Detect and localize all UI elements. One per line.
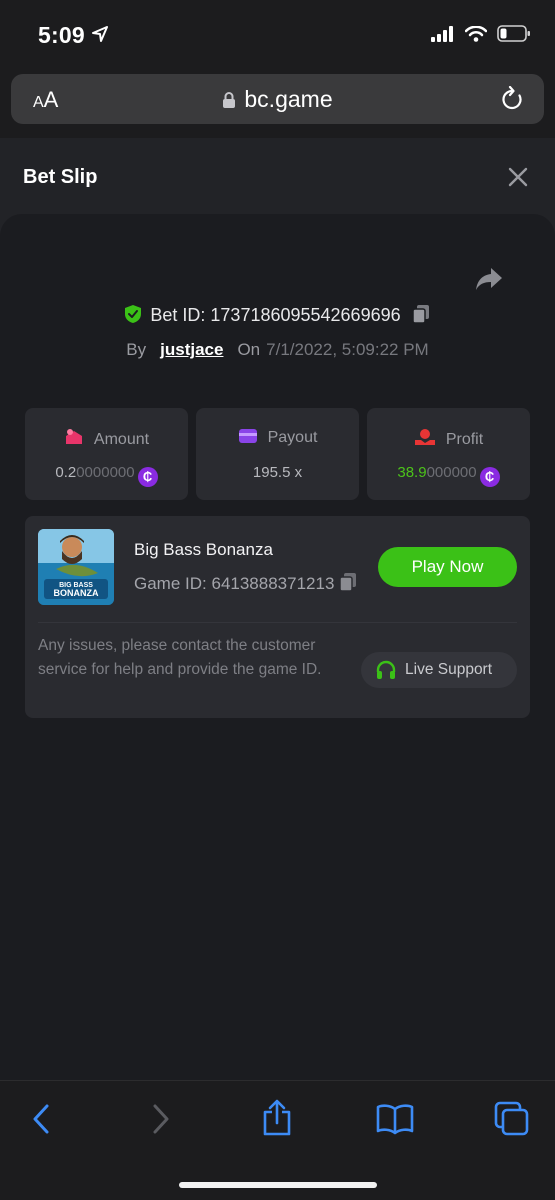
bet-stats: Amount 0.20000000 ₵ Payout 195.5 x Profit… xyxy=(25,408,530,500)
status-bar: 5:09 xyxy=(0,0,555,66)
bet-meta-row: By justjace On 7/1/2022, 5:09:22 PM xyxy=(0,340,555,360)
live-support-label: Live Support xyxy=(405,661,493,678)
url-text: bc.game xyxy=(244,86,333,112)
browser-bottom-bar xyxy=(0,1080,555,1200)
game-card: BIG BASS BONANZA Big Bass Bonanza Game I… xyxy=(25,516,530,718)
reload-icon[interactable] xyxy=(500,86,524,112)
battery-icon xyxy=(497,25,530,42)
bet-id-label: Bet ID: xyxy=(150,305,206,325)
bet-id-row: Bet ID: 1737186095542669696 xyxy=(0,304,555,326)
profit-card: Profit 38.9000000 ₵ xyxy=(367,408,530,500)
copy-icon[interactable] xyxy=(411,304,431,324)
game-id-row: Game ID: 6413888371213 xyxy=(134,572,358,594)
payout-label: Payout xyxy=(267,429,318,446)
shield-check-icon xyxy=(125,305,142,323)
tabs-icon[interactable] xyxy=(494,1101,530,1137)
headphones-icon xyxy=(376,660,396,679)
profit-value-decimals: 000000 xyxy=(426,464,477,481)
username-link[interactable]: justjace xyxy=(160,340,223,359)
profit-label: Profit xyxy=(445,431,484,448)
browser-toolbar: AA bc.game xyxy=(0,66,555,138)
payout-value: 195.5 x xyxy=(252,464,303,481)
signal-icon xyxy=(431,25,453,42)
game-id-value: 6413888371213 xyxy=(211,574,335,593)
copy-icon[interactable] xyxy=(338,572,358,592)
home-indicator[interactable] xyxy=(179,1182,377,1188)
wallet-icon xyxy=(238,429,257,443)
forward-icon[interactable] xyxy=(150,1103,172,1135)
amount-icon xyxy=(65,429,82,444)
support-notice: Any issues, please contact the customer … xyxy=(38,637,322,678)
by-label: By xyxy=(126,340,147,359)
amount-label: Amount xyxy=(93,431,150,448)
amount-value-decimals: 0000000 xyxy=(76,464,135,481)
address-bar[interactable]: AA bc.game xyxy=(11,74,544,124)
on-label: On xyxy=(237,340,261,359)
bookmarks-icon[interactable] xyxy=(376,1103,414,1135)
amount-card: Amount 0.20000000 ₵ xyxy=(25,408,188,500)
game-id-label: Game ID: xyxy=(134,574,207,593)
play-now-button[interactable]: Play Now xyxy=(378,547,517,587)
payout-card: Payout 195.5 x xyxy=(196,408,359,500)
amount-value: 0.2 xyxy=(55,464,77,481)
coin-icon: ₵ xyxy=(479,467,500,487)
bet-slip-header: Bet Slip xyxy=(0,138,555,216)
bet-date: 7/1/2022, 5:09:22 PM xyxy=(266,340,429,359)
bet-id-value: 1737186095542669696 xyxy=(210,305,401,325)
profit-icon xyxy=(414,429,435,445)
lock-icon xyxy=(223,92,236,108)
game-thumbnail[interactable]: BIG BASS BONANZA xyxy=(38,529,114,605)
svg-text:BONANZA: BONANZA xyxy=(54,588,99,598)
game-title: Big Bass Bonanza xyxy=(134,540,273,559)
share-icon[interactable] xyxy=(474,266,504,292)
location-arrow-icon xyxy=(92,26,108,42)
back-icon[interactable] xyxy=(30,1103,52,1135)
game-thumbnail-art: BIG BASS BONANZA xyxy=(38,529,114,605)
profit-value: 38.9 xyxy=(397,464,427,481)
coin-icon: ₵ xyxy=(137,467,158,487)
live-support-button[interactable]: Live Support xyxy=(361,652,517,688)
page-title: Bet Slip xyxy=(23,166,98,188)
wifi-icon xyxy=(465,25,487,42)
share-sheet-icon[interactable] xyxy=(261,1099,293,1137)
divider xyxy=(38,622,517,623)
status-time: 5:09 xyxy=(38,22,85,48)
bet-detail-panel: Bet ID: 1737186095542669696 By justjace On… xyxy=(0,214,555,1080)
close-icon[interactable] xyxy=(507,166,529,188)
